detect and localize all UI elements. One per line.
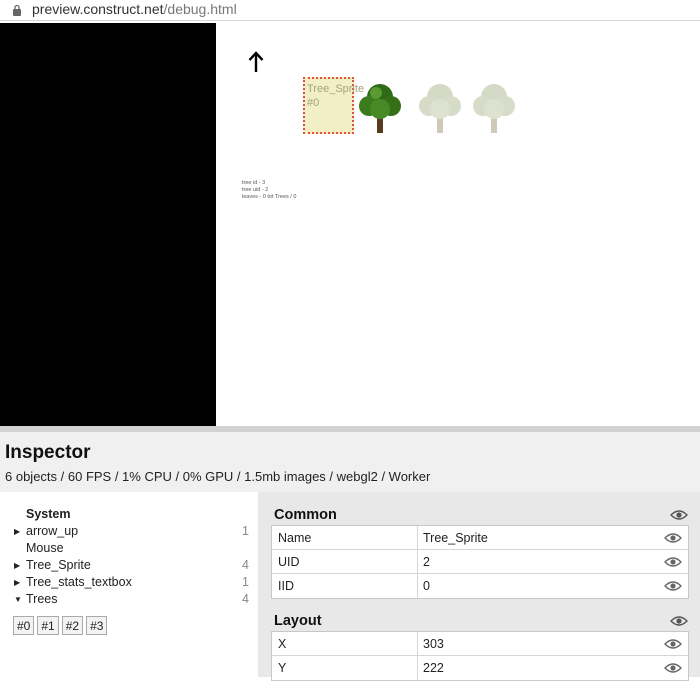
section-title-layout: Layout [274, 613, 322, 629]
caret-right-icon[interactable]: ▶ [14, 557, 24, 574]
object-item-arrow-up[interactable]: ▶ arrow_up 1 [14, 523, 249, 540]
object-item-tree-stats-textbox[interactable]: ▶ Tree_stats_textbox 1 [14, 574, 249, 591]
inspector-stats: 6 objects / 60 FPS / 1% CPU / 0% GPU / 1… [5, 469, 431, 484]
selected-tree-sprite[interactable]: Tree_Sprite #0 [303, 77, 364, 134]
property-row-x: X 303 [272, 632, 688, 656]
instance-button[interactable]: #1 [37, 616, 59, 635]
eye-icon[interactable] [664, 662, 682, 674]
tree-icon[interactable] [356, 79, 404, 135]
game-viewport[interactable]: Tree_Sprite #0 tree id - 3 tree uid - 2 … [0, 23, 700, 426]
properties-panel: Common Name Tree_Sprite UID 2 IID 0 Layo… [258, 492, 700, 681]
letterbox-area [0, 23, 216, 426]
eye-icon[interactable] [664, 580, 682, 592]
property-row-y: Y 222 [272, 656, 688, 680]
layout-properties-table: X 303 Y 222 [271, 631, 689, 681]
property-row-iid: IID 0 [272, 574, 688, 598]
address-bar[interactable]: preview.construct.net/debug.html [0, 0, 700, 21]
arrow-up-icon[interactable] [247, 51, 265, 73]
eye-icon[interactable] [664, 556, 682, 568]
caret-right-icon[interactable]: ▶ [14, 523, 24, 540]
property-row-name: Name Tree_Sprite [272, 526, 688, 550]
eye-icon[interactable] [670, 615, 688, 627]
caret-right-icon[interactable]: ▶ [14, 574, 24, 591]
object-item-tree-sprite[interactable]: ▶ Tree_Sprite 4 [14, 557, 249, 574]
url-text[interactable]: preview.construct.net/debug.html [32, 1, 237, 18]
caret-down-icon[interactable]: ▼ [14, 591, 24, 608]
lock-icon [13, 4, 21, 16]
instance-button[interactable]: #2 [61, 616, 84, 635]
instance-button[interactable]: #0 [13, 616, 35, 635]
object-item-mouse[interactable]: Mouse [14, 540, 249, 557]
tree-icon[interactable] [416, 79, 464, 135]
tree-stats-textbox: tree id - 3 tree uid - 2 leaves - 0 tot … [242, 180, 297, 200]
eye-icon[interactable] [664, 638, 682, 650]
property-row-uid: UID 2 [272, 550, 688, 574]
section-title-common: Common [274, 507, 337, 523]
instance-buttons: #0 #1 #2 #3 [13, 616, 110, 635]
object-item-trees[interactable]: ▼ Trees 4 [14, 591, 249, 608]
instance-button[interactable]: #3 [86, 616, 108, 635]
common-properties-table: Name Tree_Sprite UID 2 IID 0 [271, 525, 689, 599]
tree-icon[interactable] [470, 79, 518, 135]
object-list: System ▶ arrow_up 1 Mouse ▶ Tree_Sprite … [0, 492, 258, 677]
object-item-system[interactable]: System [14, 506, 249, 523]
inspector-title: Inspector [5, 442, 91, 463]
eye-icon[interactable] [670, 509, 688, 521]
inspector-panel: Inspector 6 objects / 60 FPS / 1% CPU / … [0, 432, 700, 681]
eye-icon[interactable] [664, 532, 682, 544]
